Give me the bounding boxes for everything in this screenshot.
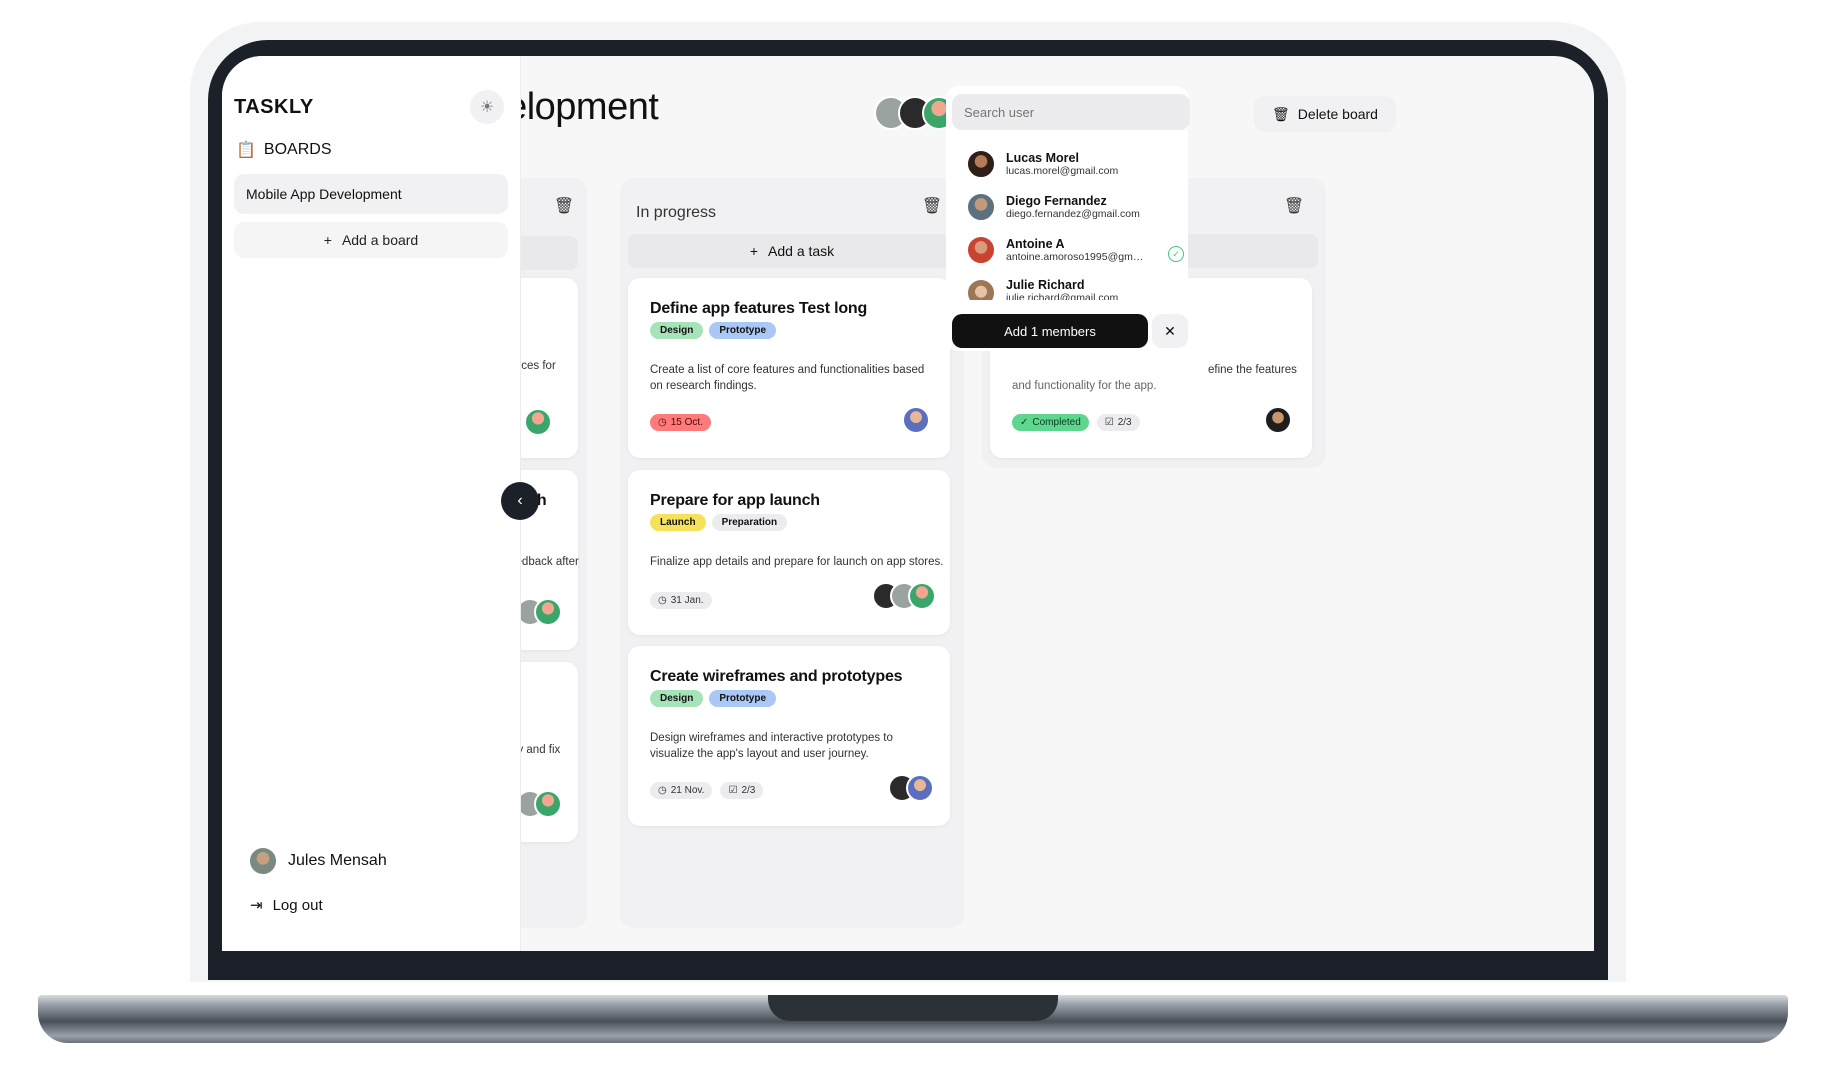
card-assignees (872, 582, 936, 610)
card-assignees (516, 790, 562, 818)
status-badge: ✓ Completed (1012, 414, 1089, 431)
card-assignees (888, 774, 934, 802)
card-assignees (516, 598, 562, 626)
tag-prototype: Prototype (709, 690, 777, 707)
plus-icon: + (749, 243, 759, 259)
tag-design: Design (650, 322, 704, 339)
add-members-button[interactable]: Add 1 members (952, 314, 1148, 348)
card-assignees (902, 406, 930, 434)
tag-prototype: Prototype (709, 322, 777, 339)
tag-list: Design Prototype (650, 322, 777, 339)
clipboard-icon: 📋 (236, 142, 256, 159)
avatar (966, 235, 996, 265)
tag-launch: Launch (650, 514, 706, 531)
task-meta: ◷ 21 Nov. ☑ 2/3 (650, 782, 764, 799)
task-meta: ◷ 15 Oct. (650, 414, 711, 431)
member-name: Antoine A (1006, 237, 1065, 251)
task-title: Define app features Test long (650, 300, 868, 317)
checklist-icon: ☑ (728, 785, 738, 796)
member-option[interactable]: Diego Fernandez diego.fernandez@gmail.com (966, 192, 1156, 222)
brand-logo: TASKLY (234, 96, 314, 118)
member-name: Lucas Morel (1006, 151, 1079, 165)
task-description: Finalize app details and prepare for lau… (650, 556, 944, 568)
task-card[interactable]: Define app features Test long Design Pro… (628, 278, 950, 458)
member-option[interactable]: Lucas Morel lucas.morel@gmail.com (966, 149, 1156, 179)
avatar (966, 149, 996, 179)
logout-icon: ⇥ (250, 897, 263, 914)
trash-icon: 🗑 (1272, 105, 1290, 122)
member-name: Diego Fernandez (1006, 194, 1107, 208)
tag-design: Design (650, 690, 704, 707)
avatar (908, 582, 936, 610)
chevron-left-icon: ‹ (517, 492, 523, 509)
member-email: diego.fernandez@gmail.com (1006, 208, 1140, 220)
card-assignees (1264, 406, 1292, 434)
selected-check-icon: ✓ (1168, 246, 1184, 262)
task-description: Create a list of core features and funct… (650, 364, 925, 392)
column-title: In progress (636, 204, 717, 221)
member-option[interactable]: Julie Richard julie.richard@gmail.com (966, 278, 1156, 300)
task-description-line2: and functionality for the app. (1012, 380, 1157, 392)
add-task-button[interactable]: + Add a task (628, 234, 956, 268)
boards-section-label: 📋 BOARDS (236, 141, 332, 159)
due-date-chip: ◷ 15 Oct. (650, 414, 711, 431)
trash-icon[interactable]: 🗑 (552, 194, 576, 218)
avatar (902, 406, 930, 434)
member-email: antoine.amoroso1995@gmail.com (1006, 251, 1146, 263)
due-date-chip: ◷ 21 Nov. (650, 782, 713, 799)
task-description: efine the features (1208, 364, 1297, 376)
user-name: Jules Mensah (288, 852, 387, 869)
clock-icon: ◷ (658, 595, 667, 606)
check-icon: ✓ (1020, 417, 1029, 428)
sidebar-item-mobile-app-development[interactable]: Mobile App Development (234, 174, 508, 214)
avatar (966, 278, 996, 300)
trash-icon[interactable]: 🗑 (920, 194, 944, 218)
avatar (1264, 406, 1292, 434)
avatar (906, 774, 934, 802)
sidebar: TASKLY ☀ 📋 BOARDS Mobile App Development… (222, 56, 521, 951)
app-screen: 🗑 ask d-party services for ns, etc. post… (222, 56, 1594, 951)
checklist-icon: ☑ (1104, 417, 1114, 428)
laptop-notch (768, 995, 1058, 1021)
column-in-progress: In progress 🗑 + Add a task Define app fea… (620, 178, 964, 928)
avatar (966, 192, 996, 222)
tag-list: Design Prototype (650, 690, 777, 707)
card-assignees (524, 408, 552, 436)
subtask-chip: ☑ 2/3 (720, 782, 764, 799)
tag-list: Launch Preparation (650, 514, 788, 531)
avatar (534, 790, 562, 818)
task-card[interactable]: Create wireframes and prototypes Design … (628, 646, 950, 826)
task-description: Design wireframes and interactive protot… (650, 732, 893, 760)
member-email: julie.richard@gmail.com (1006, 292, 1119, 300)
collapse-sidebar-button[interactable]: ‹ (501, 482, 539, 520)
add-board-button[interactable]: + Add a board (234, 222, 508, 258)
task-meta: ✓ Completed ☑ 2/3 (1012, 414, 1140, 431)
task-meta: ◷ 31 Jan. (650, 592, 712, 609)
clock-icon: ◷ (658, 417, 667, 428)
plus-icon: + (323, 232, 332, 248)
avatar (534, 598, 562, 626)
delete-board-button[interactable]: 🗑 Delete board (1254, 96, 1396, 132)
sun-icon[interactable]: ☀ (470, 90, 504, 124)
subtask-chip: ☑ 2/3 (1096, 414, 1140, 431)
due-date-chip: ◷ 31 Jan. (650, 592, 712, 609)
task-title: Prepare for app launch (650, 492, 820, 509)
member-email: lucas.morel@gmail.com (1006, 165, 1119, 177)
avatar (524, 408, 552, 436)
clock-icon: ◷ (658, 785, 667, 796)
current-user[interactable]: Jules Mensah (248, 846, 387, 876)
task-card[interactable]: Prepare for app launch Launch Preparatio… (628, 470, 950, 635)
search-user-input[interactable] (952, 94, 1190, 130)
close-icon[interactable]: ✕ (1152, 314, 1188, 348)
trash-icon[interactable]: 🗑 (1282, 194, 1306, 218)
member-option[interactable]: Antoine Aantoine.amoroso1995@gmail.com (966, 235, 1146, 265)
tag-preparation: Preparation (711, 514, 788, 531)
member-name: Julie Richard (1006, 278, 1085, 292)
avatar (248, 846, 278, 876)
logout-button[interactable]: ⇥ Log out (250, 896, 323, 915)
task-title: Create wireframes and prototypes (650, 668, 903, 685)
